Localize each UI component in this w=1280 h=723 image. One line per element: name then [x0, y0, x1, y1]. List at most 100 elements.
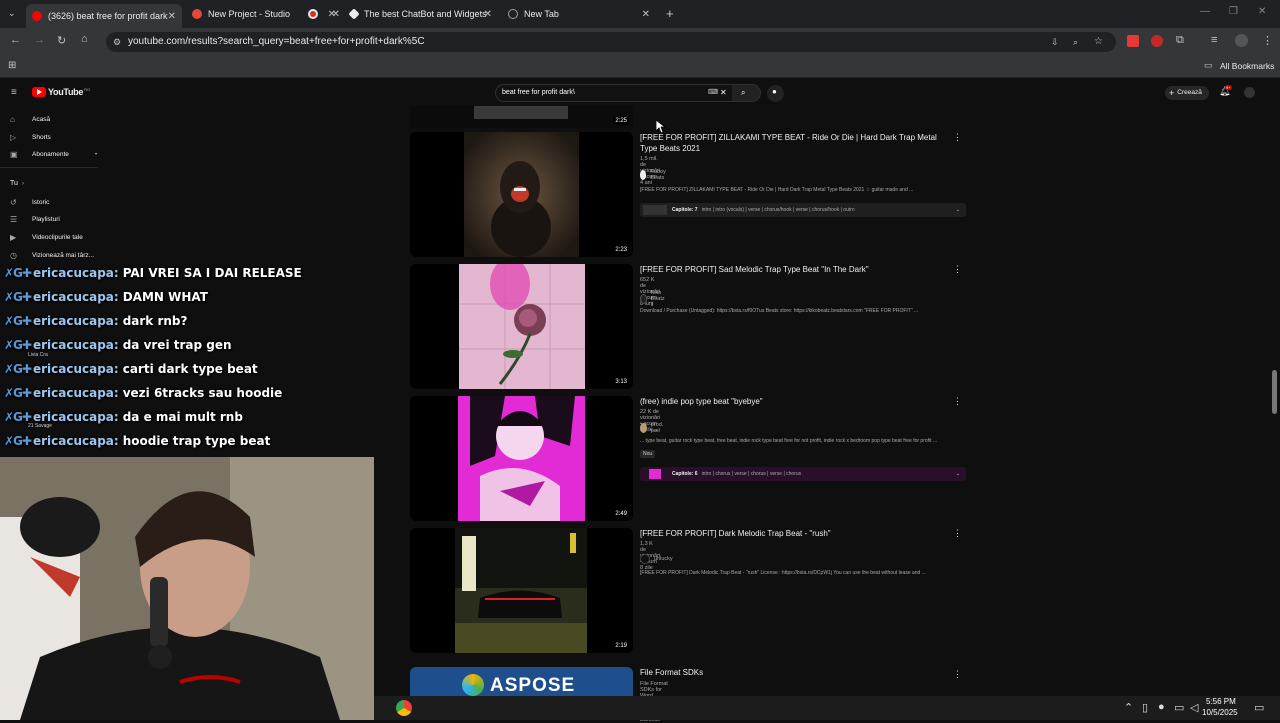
profile-avatar[interactable] — [1235, 34, 1248, 47]
sidebar-item-playlists[interactable]: ☰ Playlisturi — [10, 212, 60, 226]
chevron-up-icon[interactable]: ⌃ — [1124, 701, 1133, 714]
zoom-icon[interactable]: ⌕ — [1073, 32, 1078, 52]
folder-icon[interactable]: ▭ — [1204, 60, 1213, 71]
video-title[interactable]: (free) indie pop type beat "byebye" — [640, 396, 950, 407]
site-info-icon[interactable]: ⚙ — [113, 32, 121, 52]
video-thumbnail[interactable]: 2:49 — [410, 396, 633, 521]
chatbot-favicon-icon — [348, 8, 360, 20]
network-icon[interactable]: ▭ — [1174, 701, 1184, 714]
channel-avatar — [640, 294, 647, 304]
chevron-right-icon: › — [21, 179, 25, 187]
minimize-icon[interactable]: — — [1200, 6, 1210, 17]
extension-red-icon[interactable] — [1127, 35, 1139, 47]
notification-center-icon[interactable]: ▭ — [1254, 701, 1264, 714]
search-input[interactable]: beat free for profit dark\ ⌨ ✕ ⌕ — [495, 84, 761, 102]
more-actions-icon[interactable]: ⋮ — [953, 132, 962, 143]
video-title[interactable]: [FREE FOR PROFIT] Sad Melodic Trap Type … — [640, 264, 950, 275]
ad-thumbnail[interactable]: ASPOSE — [410, 667, 633, 696]
sidebar-item-your-videos[interactable]: ▶ Videoclipurile tale — [10, 230, 83, 244]
youtube-logo[interactable]: YouTube RO — [32, 87, 90, 97]
more-actions-icon[interactable]: ⋮ — [953, 669, 962, 680]
chapters-label: Capitole: 6 — [672, 471, 698, 477]
tab-list-icon[interactable]: ⌄ — [8, 8, 16, 19]
video-title[interactable]: File Format SDKs — [640, 667, 950, 678]
video-duration: 2:23 — [613, 246, 629, 254]
clock-time[interactable]: 5:56 PM — [1206, 697, 1236, 706]
tab-recording[interactable]: ✕ — [302, 4, 342, 24]
video-title[interactable]: [FREE FOR PROFIT] ZILLAKAMI TYPE BEAT - … — [640, 132, 950, 154]
tab-youtube[interactable]: (3626) beat free for profit dark ✕ — [26, 4, 182, 28]
chevron-down-icon[interactable]: ⌄ — [956, 207, 960, 213]
all-bookmarks-label[interactable]: All Bookmarks — [1220, 61, 1274, 71]
sidebar-item-history[interactable]: ↺ Istoric — [10, 195, 49, 209]
restore-icon[interactable]: ❐ — [1229, 6, 1238, 17]
chapters-row[interactable]: Capitole: 7 intro | intro (vocals) | ver… — [640, 203, 966, 217]
chat-username: ericacucapa: — [32, 338, 119, 352]
back-icon[interactable]: ← — [10, 34, 21, 46]
sidebar-item-label: Playlisturi — [32, 215, 60, 223]
channel-avatar — [640, 170, 647, 180]
install-icon[interactable]: ⇩ — [1051, 32, 1059, 52]
device-icon[interactable]: ▯ — [1142, 701, 1148, 714]
menu-kebab-icon[interactable]: ⋮ — [1262, 34, 1273, 47]
video-thumbnail[interactable]: 2:19 — [410, 528, 633, 653]
sidebar-item-shorts[interactable]: ▷ Shorts — [10, 130, 51, 144]
more-actions-icon[interactable]: ⋮ — [953, 528, 962, 539]
page-scrollbar-thumb[interactable] — [1272, 370, 1277, 414]
ad-thumbnail-text: ASPOSE — [490, 675, 576, 696]
tab-new[interactable]: New Tab ✕ — [502, 4, 656, 24]
bookmark-star-icon[interactable]: ☆ — [1094, 32, 1103, 52]
channel-link[interactable]: prod. pæl — [640, 422, 667, 434]
close-icon[interactable]: ✕ — [484, 9, 492, 20]
extension-badge-icon[interactable] — [1151, 35, 1163, 47]
chat-message: ✗G✚ ericacucapa: hoodie trap type beat — [4, 430, 270, 452]
extensions-puzzle-icon[interactable]: ⧉ — [1176, 34, 1184, 47]
home-icon: ⌂ — [10, 114, 15, 124]
search-button[interactable] — [732, 85, 760, 101]
hamburger-menu-icon[interactable]: ≡ — [11, 87, 17, 98]
apps-grid-icon[interactable]: ⊞ — [8, 60, 16, 71]
chevron-down-icon[interactable]: ⌄ — [956, 471, 960, 477]
channel-link[interactable]: Kiko Beatz II — [640, 290, 668, 308]
media-icon[interactable]: ≡ — [1211, 34, 1217, 46]
more-actions-icon[interactable]: ⋮ — [953, 264, 962, 275]
window-close-icon[interactable]: ✕ — [1258, 6, 1266, 17]
keyboard-icon[interactable]: ⌨ — [708, 85, 718, 101]
chapters-row[interactable]: Capitole: 6 intro | chorus | verse | cho… — [640, 467, 966, 481]
sidebar-item-subscriptions[interactable]: ▣ Abonamente • — [10, 147, 97, 161]
more-actions-icon[interactable]: ⋮ — [953, 396, 962, 407]
sidebar-item-home[interactable]: ⌂ Acasă — [10, 112, 50, 126]
windows-taskbar: ⌃ ▯ ● ▭ ◁ 5:56 PM 10/5/2025 ▭ — [374, 696, 1280, 720]
video-thumbnail[interactable]: 2:23 — [410, 132, 633, 257]
sidebar-item-label: Istoric — [32, 198, 50, 206]
clear-search-icon[interactable]: ✕ — [720, 85, 727, 101]
close-icon[interactable]: ✕ — [332, 9, 340, 20]
speaker-icon[interactable]: ◁ — [1190, 701, 1198, 714]
microphone-icon[interactable]: ● — [1158, 701, 1165, 713]
chat-text: dark rnb? — [122, 314, 188, 328]
browser-toolbar: ← → ↻ ⌂ ⚙ youtube.com/results?search_que… — [0, 28, 1280, 56]
close-icon[interactable]: ✕ — [168, 11, 176, 22]
create-button[interactable]: + Creează — [1165, 86, 1209, 100]
video-thumbnail[interactable]: 3:13 — [410, 264, 633, 389]
video-title[interactable]: [FREE FOR PROFIT] Dark Melodic Trap Beat… — [640, 528, 950, 539]
clock-date[interactable]: 10/5/2025 — [1202, 708, 1238, 717]
account-avatar[interactable] — [1244, 87, 1255, 98]
close-icon[interactable]: ✕ — [642, 9, 650, 20]
home-icon[interactable]: ⌂ — [81, 33, 88, 45]
new-tab-icon[interactable]: + — [666, 6, 674, 21]
reload-icon[interactable]: ↻ — [57, 34, 66, 47]
sidebar-section-you[interactable]: Tu › — [10, 176, 24, 190]
channel-link[interactable]: unlucky — [640, 554, 673, 564]
chrome-taskbar-icon[interactable] — [396, 700, 412, 716]
video-thumbnail-partial[interactable]: 2:25 — [410, 106, 633, 128]
plus-icon: + — [1169, 88, 1175, 98]
shorts-icon: ▷ — [10, 132, 17, 142]
forward-icon[interactable]: → — [34, 34, 45, 46]
chat-badges: ✗G✚ — [4, 338, 32, 352]
tab-chatbot[interactable]: The best ChatBot and Widgets ✕ — [344, 4, 498, 24]
car-thumbnail-image — [455, 528, 587, 653]
url-bar[interactable]: ⚙ youtube.com/results?search_query=beat+… — [106, 32, 1116, 52]
channel-link[interactable]: Kuboy Beats — [640, 169, 670, 181]
sidebar-item-watch-later[interactable]: ◷ Vizionează mai târz... — [10, 248, 94, 262]
